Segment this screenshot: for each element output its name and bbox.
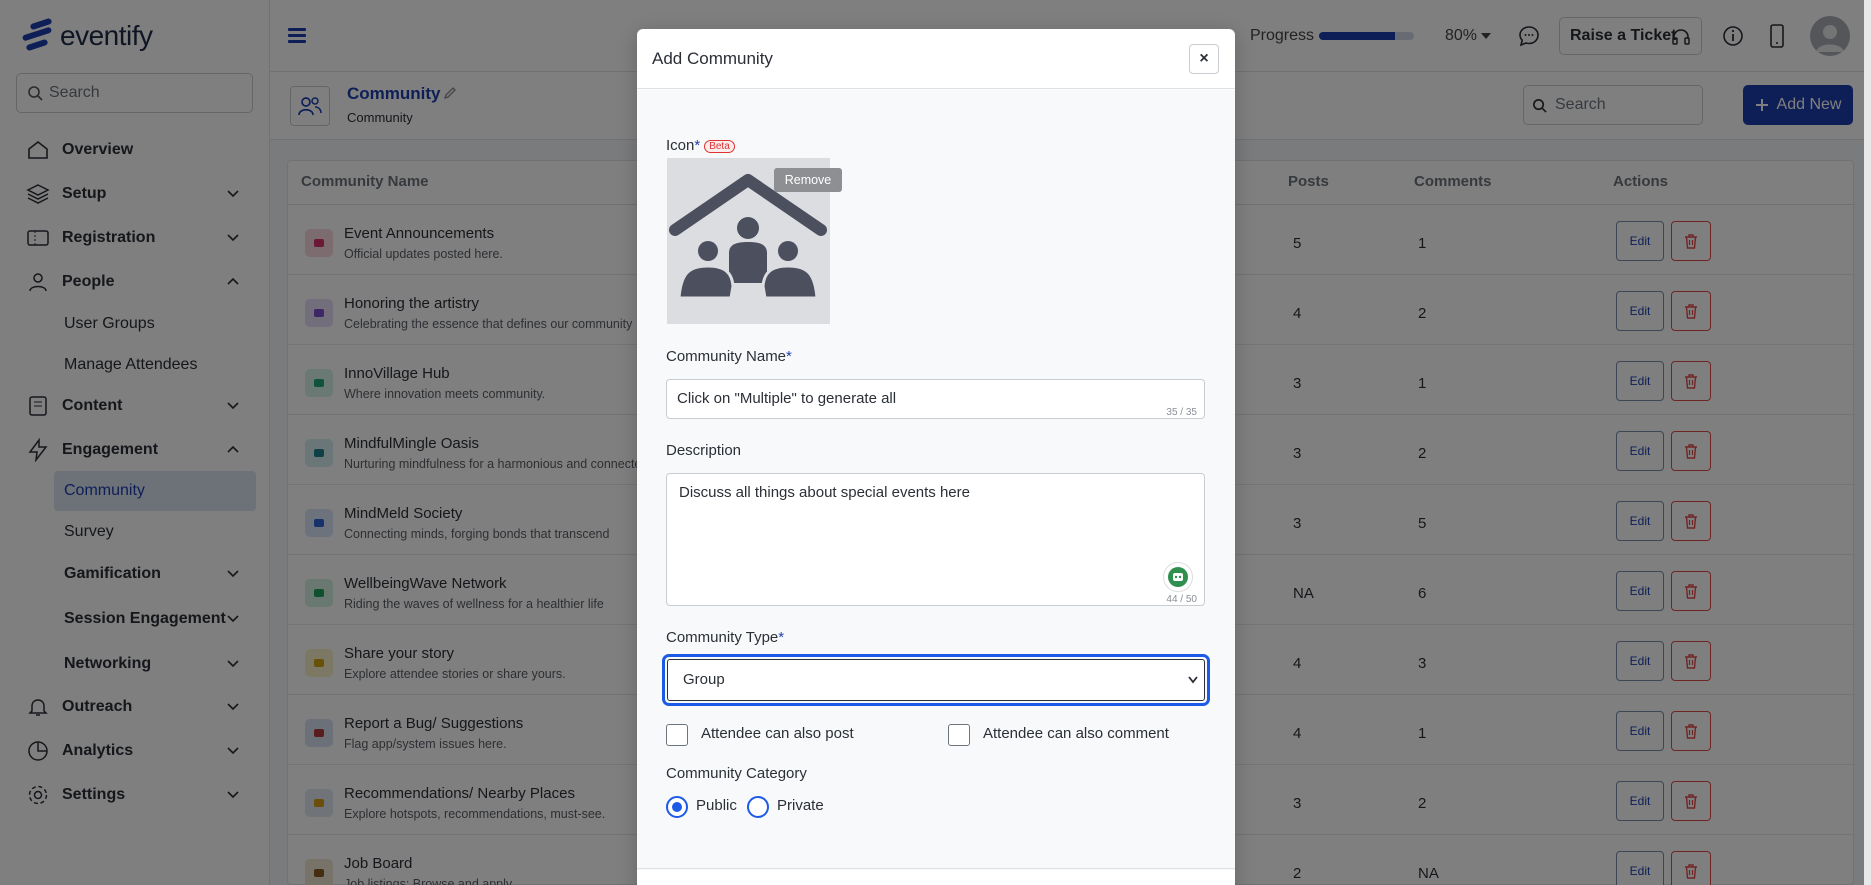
- description-textarea[interactable]: Discuss all things about special events …: [666, 473, 1205, 606]
- icon-field-label: Icon* Beta: [666, 137, 735, 154]
- icon-label-text: Icon: [666, 137, 695, 154]
- community-name-counter: 35 / 35: [1166, 407, 1197, 418]
- community-name-input[interactable]: Click on "Multiple" to generate all 35 /…: [666, 379, 1205, 419]
- modal-header: Add Community ×: [637, 29, 1235, 89]
- required-mark: *: [778, 629, 785, 646]
- page-scrollbar[interactable]: [1864, 0, 1871, 885]
- description-value: Discuss all things about special events …: [679, 484, 970, 501]
- community-type-select[interactable]: Group: [667, 659, 1205, 701]
- community-type-select-focus: Group: [662, 654, 1210, 706]
- community-name-label-text: Community Name: [666, 348, 787, 365]
- private-radio[interactable]: [747, 796, 769, 818]
- add-community-modal: Add Community × Icon* Beta Remove Communi…: [637, 29, 1235, 885]
- public-radio-label[interactable]: Public: [696, 797, 737, 814]
- remove-label: Remove: [784, 173, 832, 187]
- community-type-label: Community Type*: [666, 629, 784, 646]
- community-name-label: Community Name*: [666, 348, 792, 365]
- community-icon-preview[interactable]: Remove: [667, 158, 842, 324]
- community-category-label: Community Category: [666, 765, 807, 782]
- modal-title: Add Community: [652, 49, 773, 68]
- attendee-comment-checkbox[interactable]: [948, 724, 970, 746]
- required-mark: *: [694, 137, 701, 154]
- robot-icon: [1168, 567, 1188, 587]
- community-name-value: Click on "Multiple" to generate all: [677, 390, 897, 407]
- public-radio[interactable]: [666, 796, 688, 818]
- community-type-label-text: Community Type: [666, 629, 779, 646]
- beta-badge: Beta: [704, 140, 735, 153]
- required-mark: *: [786, 348, 792, 365]
- attendee-comment-label[interactable]: Attendee can also comment: [983, 725, 1169, 742]
- ai-assistant-button[interactable]: [1163, 562, 1193, 592]
- close-button[interactable]: ×: [1189, 44, 1219, 74]
- attendee-post-checkbox[interactable]: [666, 724, 688, 746]
- description-counter: 44 / 50: [1166, 594, 1197, 605]
- attendee-post-label[interactable]: Attendee can also post: [701, 725, 854, 742]
- private-radio-label[interactable]: Private: [777, 797, 824, 814]
- description-label: Description: [666, 442, 742, 459]
- close-icon: ×: [1199, 50, 1209, 67]
- chevron-down-icon: [1188, 676, 1198, 684]
- community-type-value: Group: [683, 671, 725, 688]
- remove-icon-button[interactable]: Remove: [774, 168, 842, 192]
